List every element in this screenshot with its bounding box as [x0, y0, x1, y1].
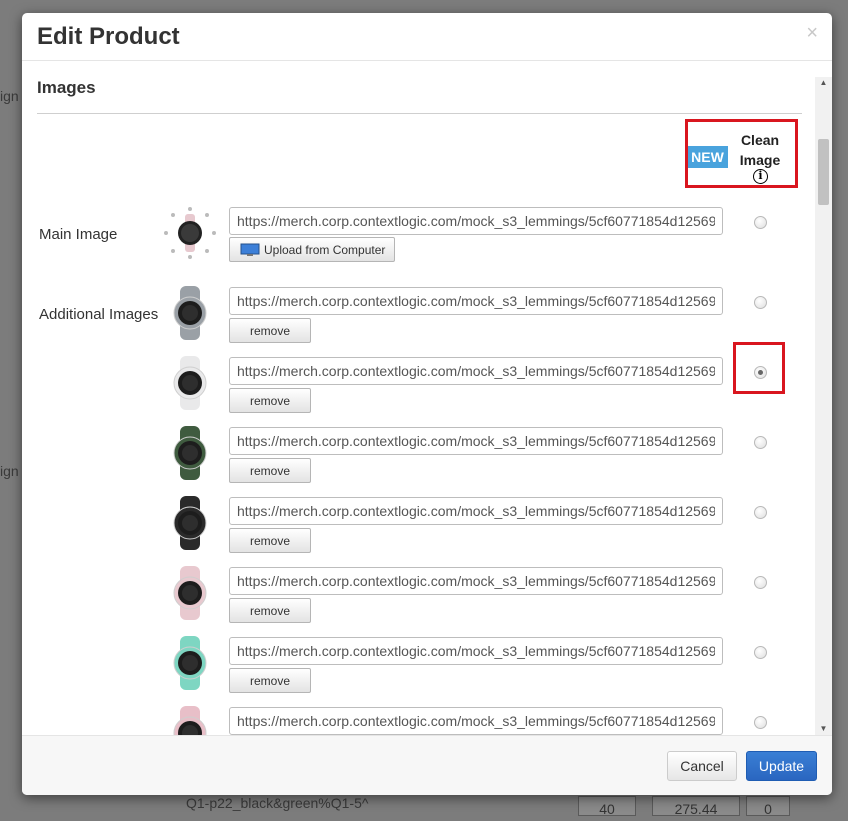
clean-image-radio[interactable]: [754, 716, 767, 729]
clean-image-radio[interactable]: [754, 296, 767, 309]
additional-image-thumbnail: [161, 424, 219, 482]
modal-header: Edit Product ×: [22, 13, 832, 61]
main-image-thumbnail: [161, 204, 219, 262]
modal-title: Edit Product: [37, 23, 180, 50]
additional-image-url-input[interactable]: [229, 707, 723, 735]
close-icon[interactable]: ×: [806, 22, 818, 45]
additional-image-url-input[interactable]: [229, 637, 723, 665]
upload-button-label: Upload from Computer: [264, 242, 386, 257]
section-divider: [37, 113, 802, 114]
additional-image-thumbnail: [161, 704, 219, 735]
main-image-label: Main Image: [39, 226, 118, 243]
cancel-button[interactable]: Cancel: [667, 751, 737, 781]
additional-image-thumbnail: [161, 494, 219, 552]
additional-image-url-input[interactable]: [229, 567, 723, 595]
remove-image-button[interactable]: remove: [229, 458, 311, 483]
remove-image-button[interactable]: remove: [229, 318, 311, 343]
additional-images-label: Additional Images: [39, 306, 159, 323]
additional-image-thumbnail: [161, 354, 219, 412]
clean-image-radio[interactable]: [754, 646, 767, 659]
clean-image-highlight: [685, 119, 798, 188]
scroll-up-arrow-icon[interactable]: ▲: [815, 77, 832, 89]
background-row-name: Q1-p22_black&green%Q1-5^: [186, 795, 369, 811]
additional-image-thumbnail: [161, 564, 219, 622]
modal-footer: Cancel Update: [22, 735, 832, 795]
additional-image-thumbnail: [161, 634, 219, 692]
remove-image-button[interactable]: remove: [229, 668, 311, 693]
modal-scrollbar[interactable]: ▲ ▼: [815, 77, 832, 735]
modal-body: Images NEW Clean Image i Main Image http…: [22, 62, 832, 735]
clean-image-radio[interactable]: [754, 506, 767, 519]
scroll-thumb[interactable]: [818, 139, 829, 205]
remove-image-button[interactable]: remove: [229, 528, 311, 553]
monitor-icon: [240, 243, 260, 257]
additional-image-url-input[interactable]: [229, 357, 723, 385]
upload-from-computer-button[interactable]: Upload from Computer: [229, 237, 395, 262]
clean-image-radio[interactable]: [754, 436, 767, 449]
remove-image-button[interactable]: remove: [229, 388, 311, 413]
additional-image-url-input[interactable]: [229, 287, 723, 315]
clean-image-radio[interactable]: [754, 576, 767, 589]
background-fragment-2: ign: [0, 463, 19, 479]
update-button[interactable]: Update: [746, 751, 817, 781]
edit-product-modal: Edit Product × Images NEW Clean Image i …: [22, 13, 832, 795]
background-cell-price: 275.44: [652, 796, 740, 817]
clean-image-radio-main[interactable]: [754, 216, 767, 229]
remove-image-button[interactable]: remove: [229, 598, 311, 623]
images-section-title: Images: [37, 78, 96, 97]
additional-image-url-input[interactable]: [229, 427, 723, 455]
main-image-url-input[interactable]: [229, 207, 723, 235]
background-fragment-1: ign: [0, 88, 19, 104]
scroll-down-arrow-icon[interactable]: ▼: [815, 723, 832, 735]
background-cell-count: 0: [746, 796, 790, 817]
additional-image-url-input[interactable]: [229, 497, 723, 525]
additional-image-thumbnail: [161, 284, 219, 342]
background-cell-qty: 40: [578, 796, 636, 817]
selected-radio-highlight: [733, 342, 785, 394]
